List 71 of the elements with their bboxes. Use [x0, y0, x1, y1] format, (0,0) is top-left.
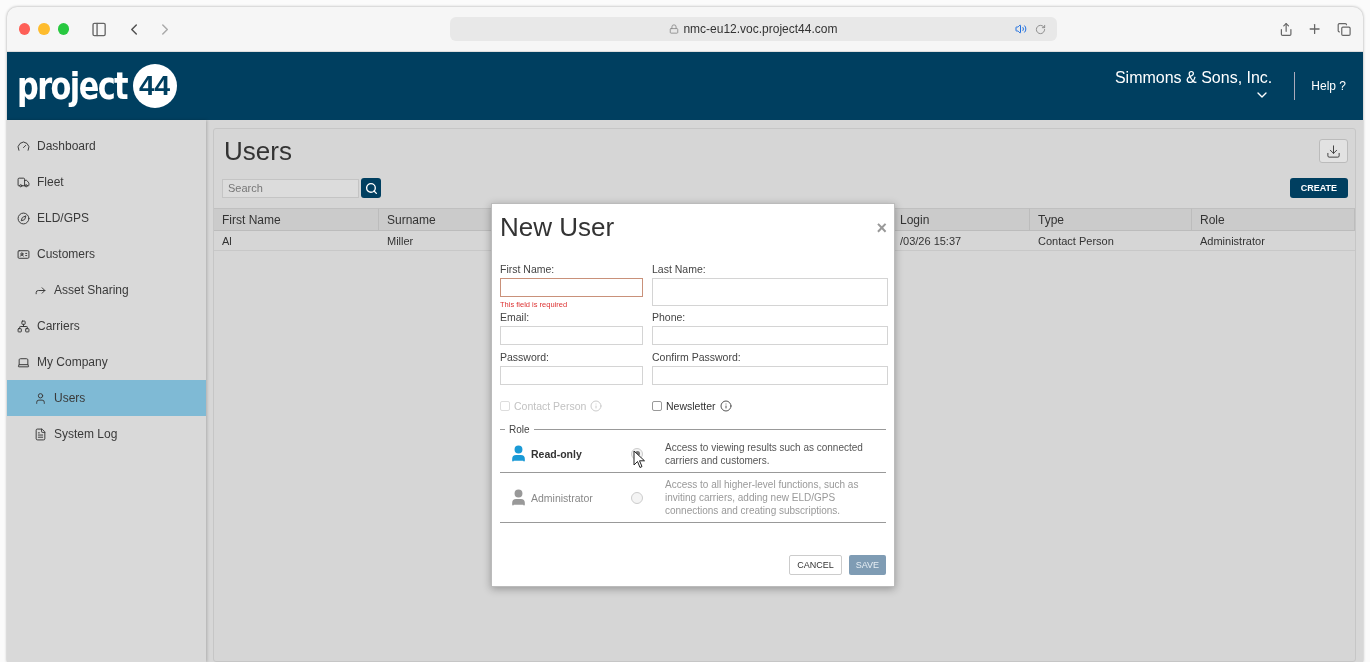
- search-icon: [364, 181, 378, 195]
- role-label: Read-only: [531, 447, 583, 460]
- field-label: Confirm Password:: [652, 351, 742, 363]
- input-field[interactable]: [652, 326, 888, 345]
- table-cell: Al: [214, 231, 379, 251]
- column-header[interactable]: Type: [1030, 208, 1192, 231]
- input-field[interactable]: [652, 366, 888, 385]
- network-icon: [17, 319, 30, 333]
- laptop-icon: [17, 355, 30, 369]
- input-field[interactable]: [500, 326, 643, 345]
- sidebar-item[interactable]: Asset Sharing: [7, 272, 206, 308]
- sidebar-icon[interactable]: [91, 20, 108, 38]
- section-legend: Role: [509, 424, 530, 435]
- field-label: Email:: [500, 311, 531, 323]
- radio-button[interactable]: [631, 491, 643, 504]
- checkbox[interactable]: [652, 401, 662, 411]
- sidebar-item[interactable]: Users: [7, 380, 206, 416]
- input-field[interactable]: [652, 278, 888, 306]
- input-field[interactable]: [500, 278, 643, 297]
- search-button[interactable]: [361, 178, 381, 198]
- role-description: Access to all higher-level functions, such as inviting carriers, adding new ELD/GPS connections and creating subscriptions.: [665, 478, 860, 517]
- person-icon: [509, 444, 528, 463]
- sidebar-item[interactable]: Customers: [7, 236, 206, 272]
- sidebar-item[interactable]: My Company: [7, 344, 206, 380]
- document-icon: [34, 427, 47, 441]
- page-title: Users: [224, 135, 292, 167]
- address-bar[interactable]: nmc-eu12.voc.project44.com: [449, 17, 1058, 41]
- cancel-button[interactable]: CANCEL: [789, 555, 842, 575]
- gauge-icon: [17, 139, 30, 153]
- field-label: Phone:: [652, 311, 687, 323]
- speaker-icon[interactable]: [1015, 23, 1028, 35]
- compass-icon: [17, 211, 30, 225]
- zoom-window-icon[interactable]: [57, 23, 70, 35]
- create-button[interactable]: CREATE: [1289, 178, 1348, 198]
- truck-icon: [17, 175, 30, 189]
- company-menu[interactable]: Simmons & Sons, Inc.: [1114, 69, 1273, 103]
- column-header[interactable]: Role: [1192, 208, 1355, 231]
- sidebar-item[interactable]: Dashboard: [7, 128, 206, 164]
- tabs-icon[interactable]: [1336, 21, 1351, 37]
- minimize-window-icon[interactable]: [38, 23, 50, 35]
- download-button[interactable]: [1319, 139, 1348, 163]
- new-tab-icon[interactable]: [1307, 21, 1323, 37]
- mouse-pointer-icon: [633, 450, 646, 469]
- share-icon[interactable]: [1279, 21, 1294, 37]
- help-link[interactable]: Help ?: [1311, 79, 1346, 93]
- table-cell: Administrator: [1192, 231, 1355, 251]
- sidebar-item[interactable]: Fleet: [7, 164, 206, 200]
- table-cell: Contact Person: [1030, 231, 1192, 251]
- user-icon: [34, 391, 47, 405]
- person-icon: [509, 488, 528, 507]
- column-header[interactable]: First Name: [214, 208, 379, 231]
- lock-icon: [669, 24, 680, 34]
- checkbox-label: Contact Person: [514, 400, 587, 412]
- role-label: Administrator: [531, 491, 594, 504]
- download-icon: [1326, 143, 1341, 159]
- input-field[interactable]: [500, 366, 643, 385]
- field-label: First Name:: [500, 263, 556, 275]
- logo[interactable]: project 44: [17, 64, 177, 108]
- info-icon[interactable]: [719, 400, 732, 412]
- id-card-icon: [17, 247, 30, 261]
- column-header[interactable]: Login: [892, 208, 1030, 231]
- sidebar-item[interactable]: Carriers: [7, 308, 206, 344]
- field-label: Password:: [500, 351, 551, 363]
- checkbox-label: Newsletter: [666, 400, 716, 412]
- search-field[interactable]: Search: [222, 178, 359, 198]
- role-description: Access to viewing results such as connected carriers and customers.: [665, 440, 864, 467]
- field-label: Last Name:: [652, 263, 707, 275]
- sidebar-item[interactable]: ELD/GPS: [7, 200, 206, 236]
- sidebar-item[interactable]: System Log: [7, 416, 206, 452]
- reload-icon[interactable]: [1035, 23, 1047, 35]
- close-window-icon[interactable]: [19, 23, 31, 35]
